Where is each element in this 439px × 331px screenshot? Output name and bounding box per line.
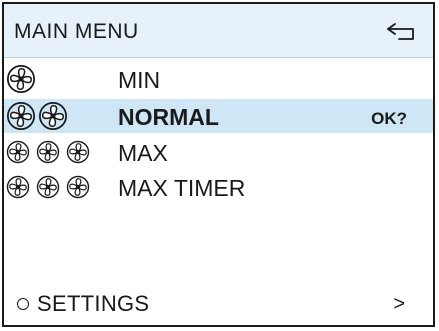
menu-header: MAIN MENU bbox=[4, 4, 433, 58]
fan-icon bbox=[66, 175, 90, 199]
back-arrow-icon bbox=[387, 23, 414, 40]
menu-item-max[interactable]: MAX bbox=[4, 135, 433, 169]
menu-item-label: MIN bbox=[118, 67, 161, 93]
fan-icon bbox=[7, 65, 35, 93]
menu-item-label: MAX bbox=[118, 140, 168, 166]
fan-icon-group bbox=[6, 63, 38, 95]
menu-item-max-timer[interactable]: MAX TIMER bbox=[4, 170, 433, 204]
menu-item-min[interactable]: MIN bbox=[4, 62, 433, 96]
fan-icon bbox=[7, 102, 35, 130]
back-button[interactable] bbox=[385, 20, 419, 42]
fan-icon bbox=[6, 140, 30, 164]
fan-icon bbox=[6, 175, 30, 199]
fan-icon bbox=[39, 102, 67, 130]
display-screen: MAIN MENU MIN NORMAL OK? MAX MAX TIMER S… bbox=[2, 2, 435, 327]
confirm-prompt[interactable]: OK? bbox=[371, 109, 407, 129]
page-title: MAIN MENU bbox=[14, 20, 139, 43]
menu-item-label: MAX TIMER bbox=[118, 175, 246, 201]
fan-icon-group bbox=[6, 136, 96, 168]
menu-item-normal[interactable]: NORMAL OK? bbox=[4, 99, 433, 133]
radio-circle-icon bbox=[17, 298, 29, 310]
settings-label: SETTINGS bbox=[37, 291, 150, 316]
chevron-right-icon: > bbox=[393, 293, 405, 315]
fan-icon-group bbox=[6, 171, 96, 203]
menu-item-label: NORMAL bbox=[118, 104, 219, 130]
settings-item[interactable]: SETTINGS > bbox=[4, 288, 433, 322]
fan-icon bbox=[66, 140, 90, 164]
fan-icon bbox=[36, 175, 60, 199]
fan-icon-group bbox=[6, 100, 70, 132]
fan-icon bbox=[36, 140, 60, 164]
